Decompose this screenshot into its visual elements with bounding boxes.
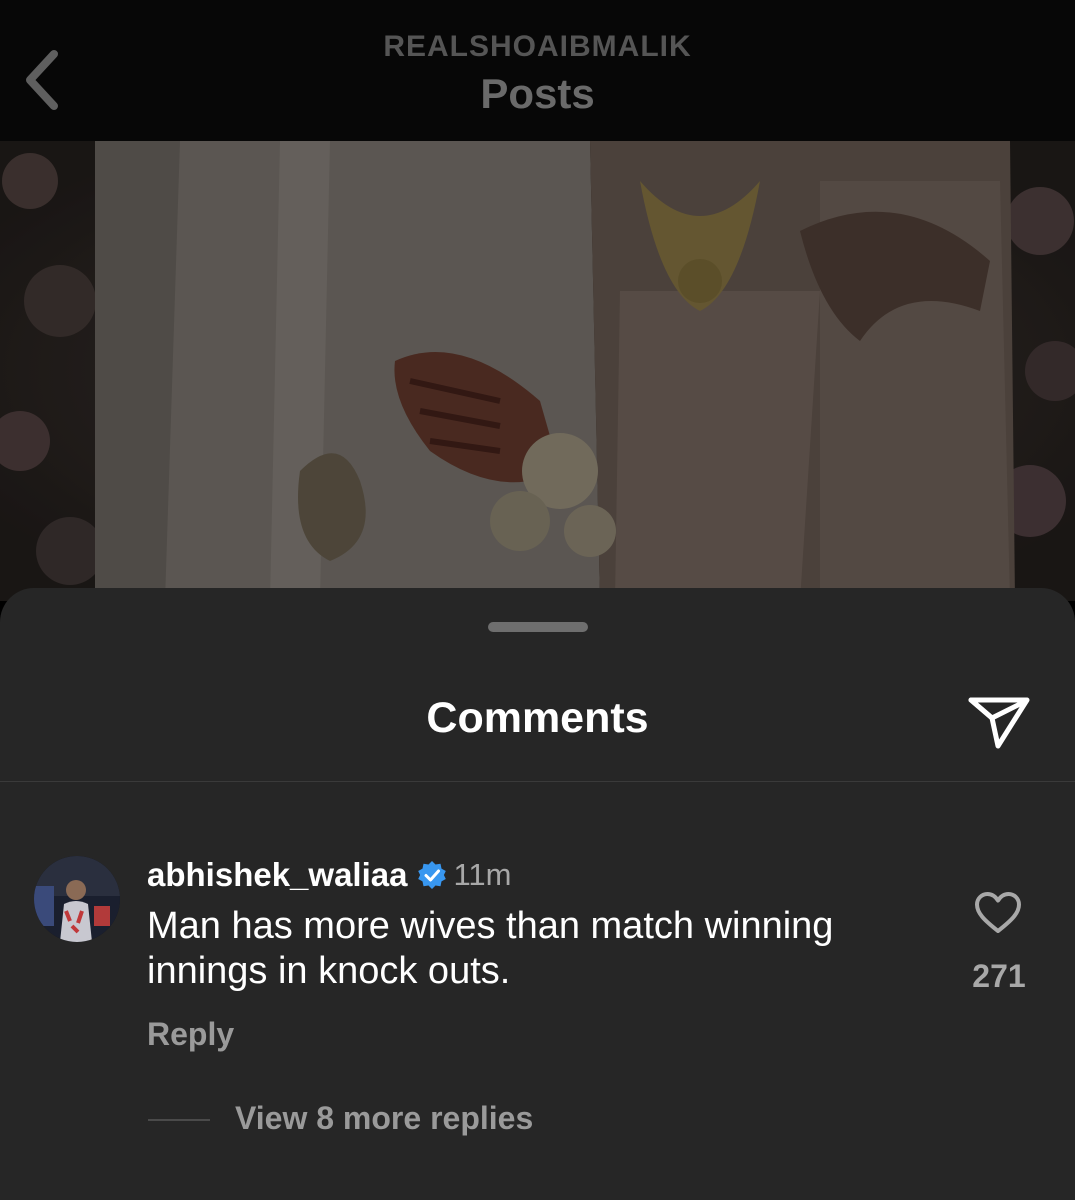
wedding-photo: [0, 141, 1075, 601]
comment-timestamp: 11m: [453, 857, 512, 892]
reply-button[interactable]: Reply: [147, 1016, 234, 1053]
avatar[interactable]: [34, 856, 120, 942]
view-more-replies-button[interactable]: View 8 more replies: [235, 1100, 533, 1137]
sheet-divider: [0, 781, 1075, 782]
comments-title: Comments: [426, 694, 649, 742]
comment-text: Man has more wives than match winning in…: [147, 905, 834, 992]
drag-handle[interactable]: [488, 622, 588, 632]
instagram-post-screen: REALSHOAIBMALIK Posts Comments abhishek_…: [0, 0, 1075, 1200]
comment-username[interactable]: abhishek_waliaa: [147, 856, 407, 894]
verified-badge-icon: [418, 861, 447, 889]
post-photo[interactable]: [0, 141, 1075, 601]
heart-outline-icon: [975, 892, 1021, 933]
share-button[interactable]: [966, 690, 1032, 750]
like-count: 271: [972, 958, 1026, 994]
page-title: Posts: [480, 70, 595, 117]
top-header: REALSHOAIBMALIK Posts: [0, 0, 1075, 141]
comments-sheet: Comments abhishek_waliaa 11m Man has mor…: [0, 588, 1075, 1200]
header-username[interactable]: REALSHOAIBMALIK: [0, 30, 1075, 64]
avatar-image: [34, 856, 120, 942]
paper-plane-icon: [968, 697, 1030, 749]
like-button[interactable]: [974, 891, 1022, 935]
comment-header: abhishek_waliaa 11m: [147, 854, 512, 896]
replies-divider-line: [148, 1119, 210, 1121]
